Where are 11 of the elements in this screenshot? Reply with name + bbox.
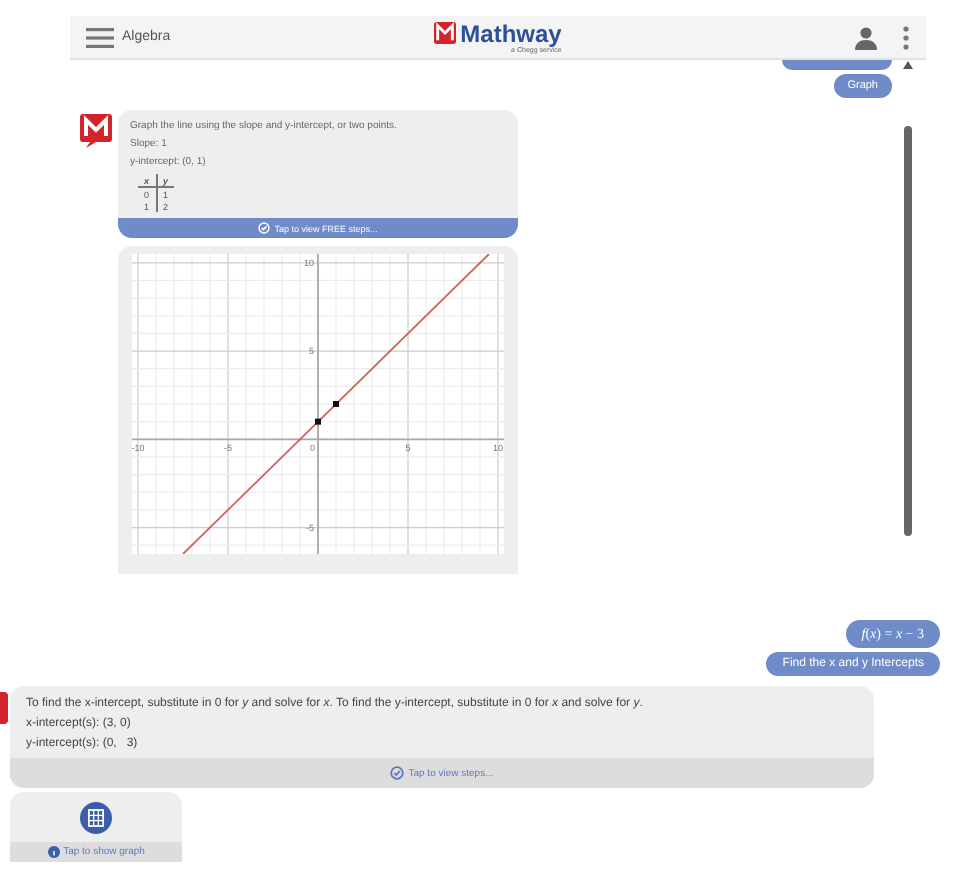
logo-wordmark: Mathway <box>460 21 562 45</box>
message-bubble <box>782 60 892 70</box>
point-marker <box>315 418 321 425</box>
check-circle-icon <box>258 222 271 234</box>
grid-icon[interactable] <box>80 802 112 834</box>
menu-icon[interactable] <box>86 27 114 47</box>
info-icon <box>47 846 60 858</box>
point-marker <box>333 401 339 407</box>
user-icon[interactable] <box>854 25 878 49</box>
check-circle-icon <box>390 766 405 780</box>
more-options-icon[interactable] <box>902 25 910 49</box>
